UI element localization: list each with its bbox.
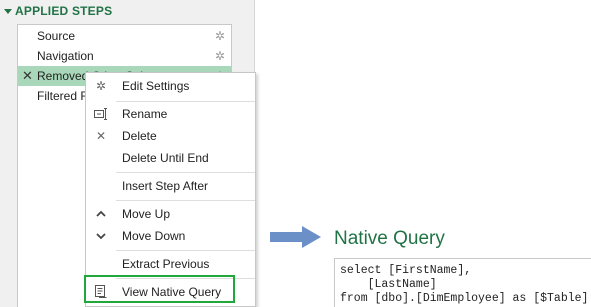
collapse-triangle-icon[interactable] — [4, 9, 12, 14]
step-label: Source — [37, 29, 76, 43]
code-line: select [FirstName], — [340, 264, 472, 277]
menu-item-rename[interactable]: Rename — [86, 103, 255, 125]
step-navigation[interactable]: Navigation ✲ — [18, 46, 231, 66]
applied-steps-title: APPLIED STEPS — [15, 4, 113, 18]
rename-icon — [92, 103, 110, 125]
gear-icon: ✲ — [95, 79, 107, 93]
delete-step-icon[interactable]: ✕ — [22, 66, 33, 86]
gear-icon[interactable]: ✲ — [215, 26, 225, 46]
menu-separator — [116, 250, 255, 251]
menu-label: Delete Until End — [122, 151, 209, 165]
chevron-up-icon — [92, 203, 110, 225]
menu-item-move-up[interactable]: Move Up — [86, 203, 255, 225]
menu-separator — [116, 200, 255, 201]
arrow-right-icon — [270, 226, 321, 248]
menu-item-insert-step-after[interactable]: Insert Step After — [86, 175, 255, 197]
code-line: from [dbo].[DimEmployee] as [$Table] — [340, 292, 589, 305]
code-line: [LastName] — [340, 278, 437, 291]
step-label: Navigation — [37, 49, 94, 63]
native-query-code-box[interactable]: select [FirstName], [LastName] from [dbo… — [334, 258, 591, 307]
menu-item-move-down[interactable]: Move Down — [86, 225, 255, 247]
view-native-query-highlight — [84, 275, 235, 303]
close-icon: ✕ — [95, 129, 107, 143]
menu-separator — [116, 101, 255, 102]
menu-label: Move Down — [122, 229, 186, 243]
gear-icon[interactable]: ✲ — [215, 46, 225, 66]
step-source[interactable]: Source ✲ — [18, 26, 231, 46]
step-context-menu: ✲ Edit Settings Rename ✕ Delete Delete U… — [85, 72, 256, 307]
chevron-down-icon — [92, 225, 110, 247]
menu-item-delete[interactable]: ✕ Delete — [86, 125, 255, 147]
menu-label: Move Up — [122, 207, 171, 221]
menu-label: Delete — [122, 129, 157, 143]
menu-item-extract-previous[interactable]: Extract Previous — [86, 253, 255, 275]
menu-label: Edit Settings — [122, 79, 190, 93]
menu-item-delete-until-end[interactable]: Delete Until End — [86, 147, 255, 169]
menu-item-edit-settings[interactable]: ✲ Edit Settings — [86, 75, 255, 97]
menu-label: Rename — [122, 107, 168, 121]
native-query-title: Native Query — [334, 228, 445, 249]
menu-label: Extract Previous — [122, 257, 210, 271]
menu-label: Insert Step After — [122, 179, 209, 193]
menu-separator — [116, 172, 255, 173]
